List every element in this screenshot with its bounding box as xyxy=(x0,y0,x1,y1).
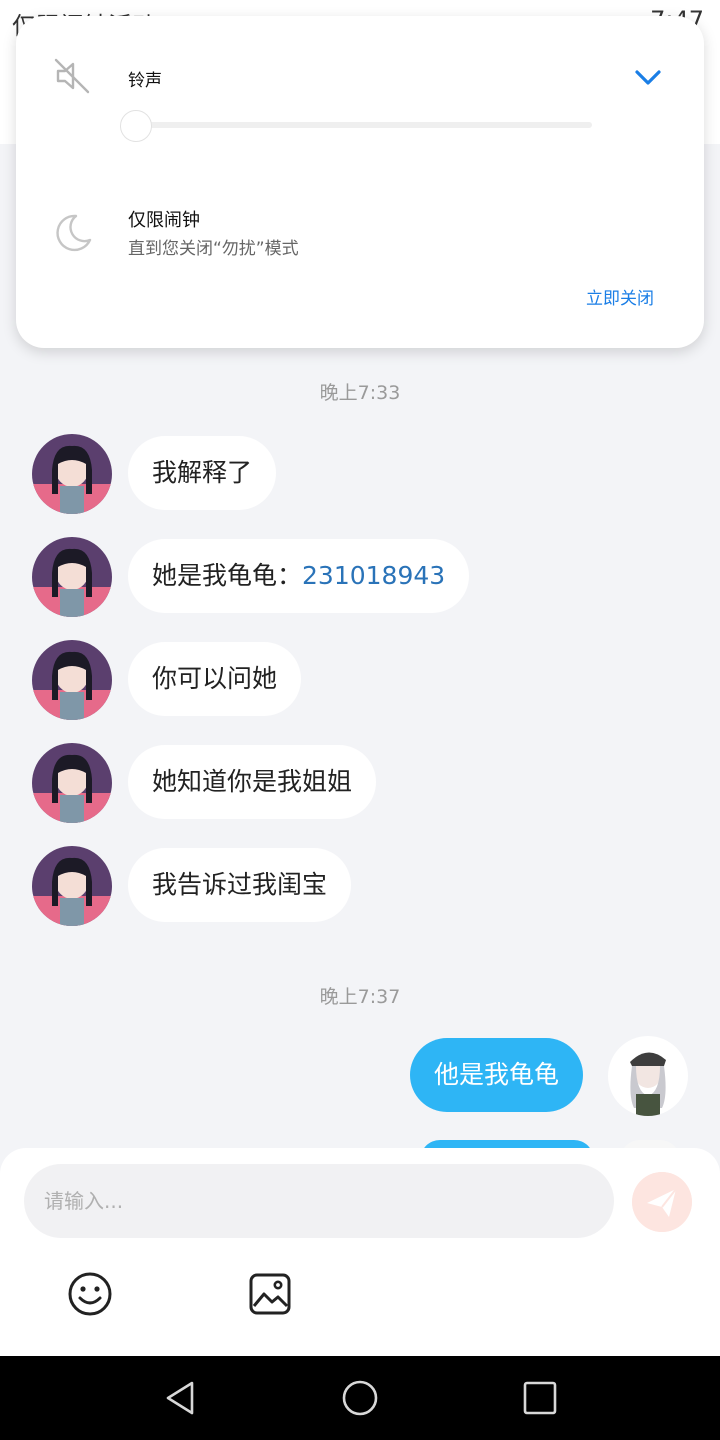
avatar[interactable] xyxy=(32,743,112,823)
ringtone-slider[interactable] xyxy=(126,122,592,128)
circle-home-icon[interactable] xyxy=(340,1378,380,1418)
volume-panel: 铃声 仅限闹钟 直到您关闭“勿扰”模式 立即关闭 xyxy=(16,16,704,348)
timestamp: 晚上7:37 xyxy=(319,986,401,1008)
close-dnd-button[interactable]: 立即关闭 xyxy=(586,284,654,309)
message-row-incoming: 她知道你是我姐姐 xyxy=(0,743,720,823)
message-bubble[interactable]: 她是我龟龟：231018943 xyxy=(128,539,470,613)
message-row-incoming: 我解释了 xyxy=(0,434,720,514)
ringtone-label: 铃声 xyxy=(128,71,162,91)
avatar[interactable] xyxy=(32,434,112,514)
avatar[interactable] xyxy=(32,846,112,926)
paper-plane-icon[interactable] xyxy=(632,1172,692,1232)
input-panel xyxy=(0,1148,720,1356)
message-row-incoming: 我告诉过我闺宝 xyxy=(0,846,720,926)
avatar[interactable] xyxy=(32,537,112,617)
dnd-subtitle: 直到您关闭“勿扰”模式 xyxy=(128,239,299,259)
timestamp: 晚上7:33 xyxy=(319,382,401,404)
speaker-mute-icon[interactable] xyxy=(52,56,92,96)
image-icon[interactable] xyxy=(246,1270,294,1318)
message-row-incoming: 她是我龟龟：231018943 xyxy=(0,537,720,617)
message-row-outgoing: 他是我龟龟 xyxy=(0,1036,720,1116)
message-row-incoming: 你可以问她 xyxy=(0,640,720,720)
avatar[interactable] xyxy=(608,1036,688,1116)
message-bubble[interactable]: 我解释了 xyxy=(128,436,277,510)
message-bubble[interactable]: 他是我龟龟 xyxy=(410,1038,584,1112)
message-bubble[interactable]: 她知道你是我姐姐 xyxy=(128,745,377,819)
triangle-back-icon[interactable] xyxy=(160,1378,200,1418)
qq-number-link[interactable]: 231018943 xyxy=(302,561,445,590)
system-nav-bar xyxy=(0,1356,720,1440)
message-input[interactable] xyxy=(24,1164,614,1238)
moon-icon xyxy=(56,214,92,252)
square-recent-icon[interactable] xyxy=(520,1378,560,1418)
message-text: 她是我龟龟： xyxy=(152,561,303,590)
message-bubble[interactable]: 我告诉过我闺宝 xyxy=(128,848,352,922)
chevron-down-icon[interactable] xyxy=(632,64,664,90)
message-bubble[interactable]: 你可以问她 xyxy=(128,642,302,716)
ringtone-slider-thumb[interactable] xyxy=(120,110,152,142)
dnd-title: 仅限闹钟 xyxy=(128,210,200,231)
smiley-icon[interactable] xyxy=(66,1270,114,1318)
avatar[interactable] xyxy=(32,640,112,720)
